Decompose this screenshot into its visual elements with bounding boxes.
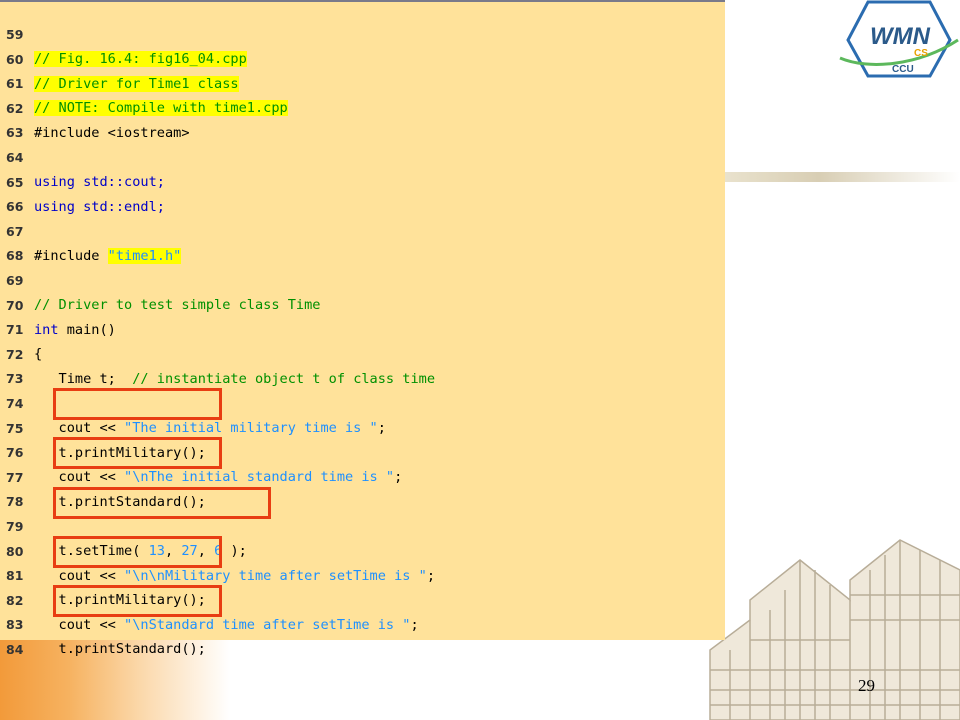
preprocessor: #include (34, 247, 108, 264)
callout-box-print-standard (53, 585, 222, 617)
code-line: 72 Time t; // instantiate object t of cl… (0, 319, 435, 387)
code-line: 74 cout << "The initial military time is… (0, 368, 386, 436)
code-line: 75 t.printMilitary(); (0, 393, 206, 461)
keyword: int (34, 321, 59, 338)
code-text: cout << (34, 567, 125, 584)
callout-box-set-time (53, 487, 271, 519)
preprocessor: #include <iostream> (34, 124, 190, 141)
code-line: 81 t.printMilitary(); (0, 540, 206, 608)
logo-text-ccu: CCU (892, 64, 914, 75)
code-text: { (34, 346, 43, 363)
code-line: 79 t.setTime( 13, 27, 6 ); (0, 491, 247, 559)
comment: // NOTE: Compile with time1.cpp (34, 100, 288, 117)
code-line: 80 cout << "\n\nMilitary time after setT… (0, 516, 435, 584)
code-text: t.printStandard(); (34, 641, 206, 658)
code-text: ; (377, 420, 386, 436)
logo-text-cs: CS (914, 48, 928, 59)
comment: // Fig. 16.4: (34, 51, 149, 67)
campus-building-illustration (709, 539, 960, 720)
code-line: 77 t.printStandard(); (0, 442, 206, 510)
callout-box-print-military (53, 388, 222, 420)
code-text: using std::endl; (34, 198, 165, 215)
comment: // Driver to test simple class Time (34, 297, 321, 313)
line-number: 84 (6, 642, 24, 657)
slide-number: 29 (858, 676, 875, 695)
logo-text-wmn: WMN (870, 23, 931, 50)
string-literal: "The initial military time is " (124, 420, 378, 436)
code-line: 62 #include <iostream> (0, 73, 190, 141)
code-text: main() (58, 321, 116, 338)
comment: // Driver for Time1 class (34, 75, 239, 92)
code-text: cout << (34, 420, 125, 436)
code-text: cout << (34, 616, 125, 633)
wmn-logo: WMN CS CCU (838, 0, 960, 80)
string-literal: "\nStandard time after setTime is " (124, 616, 411, 633)
callout-box-print-standard (53, 437, 222, 469)
string-literal: "time1.h" (107, 247, 182, 264)
code-line: 63 (0, 97, 33, 140)
code-line: 65 using std::endl; (0, 147, 165, 215)
code-line: 61 // NOTE: Compile with time1.cpp (0, 48, 288, 117)
callout-box-print-military (53, 536, 222, 568)
string-literal: "\nThe initial standard time is " (124, 469, 395, 486)
code-line: 66 (0, 171, 33, 214)
code-text: ; (426, 567, 436, 584)
code-line: 70 int main() (0, 270, 116, 338)
code-text: cout << (34, 469, 125, 486)
code-text: using std::cout; (34, 174, 165, 190)
code-line: 78 (0, 466, 33, 509)
code-line: 60 // Driver for Time1 class (0, 24, 239, 92)
code-text: Time t; (34, 370, 133, 387)
code-line: 59 // Fig. 16.4: fig16_04.cpp (0, 0, 247, 67)
code-line: 71 { (0, 294, 42, 362)
code-line: 83 t.printStandard(); (0, 589, 206, 657)
code-line: 69 // Driver to test simple class Time (0, 245, 320, 313)
code-line: 82 cout << "\nStandard time after setTim… (0, 565, 419, 633)
code-line: 84 (0, 614, 33, 657)
comment: // instantiate object t of class time (132, 370, 436, 387)
code-line: 76 cout << "\nThe initial standard time … (0, 417, 402, 485)
string-literal: "\n\nMilitary time after setTime is " (124, 567, 427, 584)
code-line: 68 (0, 220, 33, 263)
code-text: ; (410, 616, 419, 633)
code-text: ); (222, 543, 247, 559)
code-panel: 59 // Fig. 16.4: fig16_04.cpp 60 // Driv… (0, 0, 725, 657)
band-decoration (725, 172, 960, 182)
code-text: ; (394, 469, 403, 486)
code-line: 73 (0, 343, 33, 386)
comment: fig16_04.cpp (148, 51, 247, 67)
code-line: 67 #include "time1.h" (0, 196, 182, 264)
code-line: 64 using std::cout; (0, 122, 165, 190)
